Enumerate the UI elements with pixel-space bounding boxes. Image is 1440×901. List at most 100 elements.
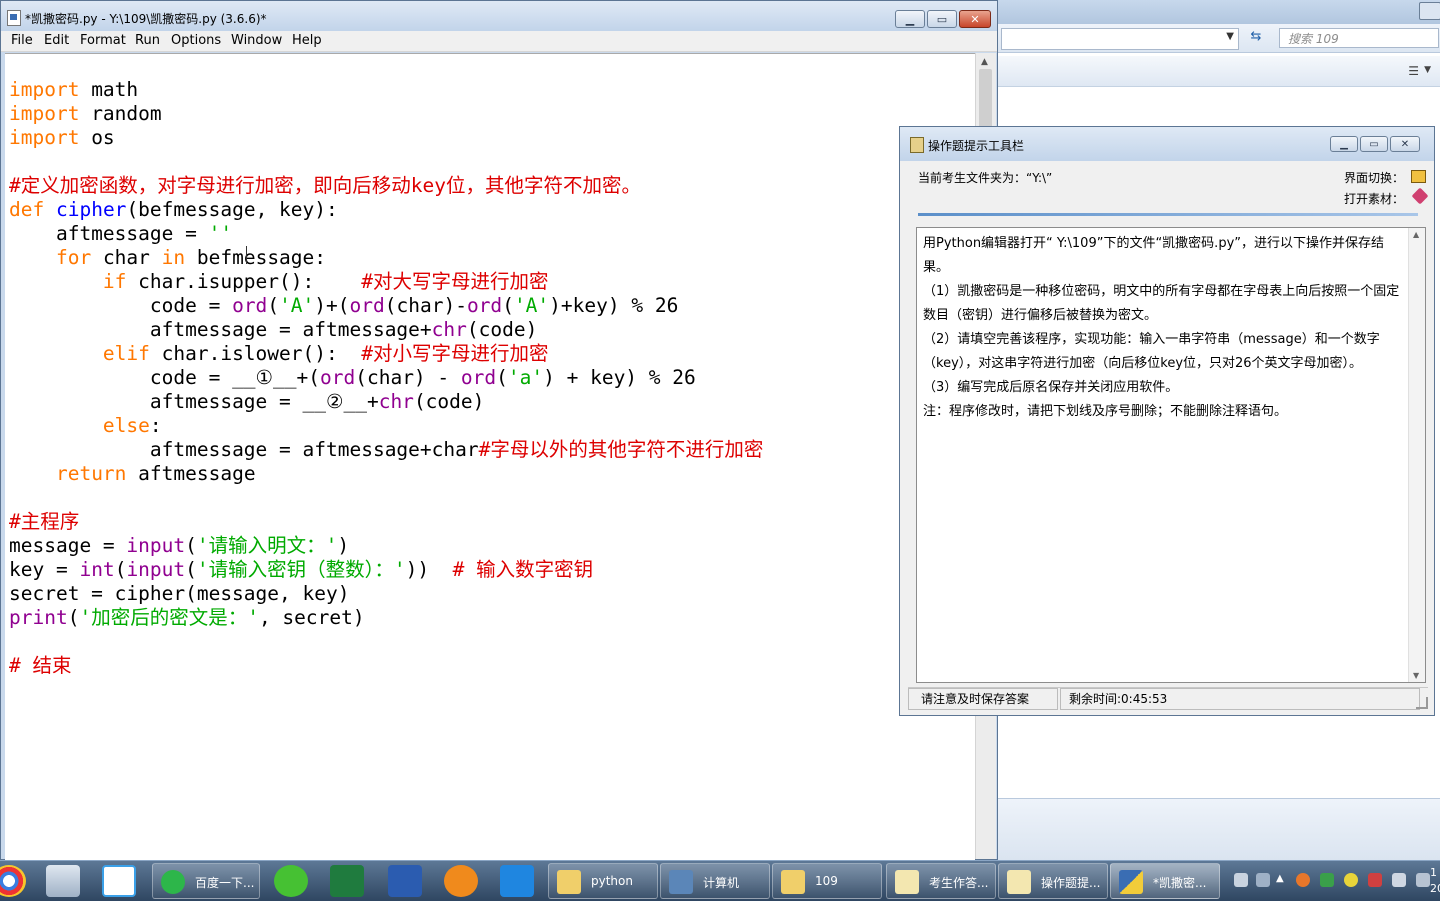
search-input[interactable]: 搜索 109	[1279, 28, 1439, 48]
excel-icon[interactable]	[330, 865, 364, 897]
window-switch-icon[interactable]	[1411, 170, 1426, 183]
tray-app-icon[interactable]	[1296, 873, 1310, 887]
instruction-line: （1）凯撒密码是一种移位密码，明文中的所有字母都在字母表上向后按照一个固定数目（…	[923, 284, 1400, 323]
app-flower-icon[interactable]	[102, 865, 136, 897]
menu-file[interactable]: File	[11, 33, 33, 48]
code-line: return aftmessage	[55, 462, 256, 485]
helper-titlebar: 操作题提示工具栏 ▁ ▭ ✕	[900, 127, 1434, 161]
instruction-line: （3）编写完成后原名保存并关闭应用软件。	[923, 380, 1179, 395]
time-remaining: 剩余时间:0:45:53	[1060, 688, 1420, 710]
explorer-address-row: ▼ ⇆ 搜索 109	[991, 24, 1440, 53]
menu-window[interactable]: Window	[231, 33, 282, 48]
pen-icon	[910, 137, 924, 153]
app-grid-icon[interactable]	[500, 865, 534, 897]
code-line: # 结束	[9, 654, 72, 677]
chrome-icon[interactable]	[0, 865, 26, 897]
scroll-down-icon[interactable]: ▼	[1413, 671, 1419, 680]
menu-run[interactable]: Run	[135, 33, 160, 48]
tray-app-icon[interactable]	[1344, 873, 1358, 887]
source-code[interactable]: import math import random import os #定义加密函数…	[9, 78, 763, 678]
system-tool-icon[interactable]	[46, 865, 80, 897]
explorer-titlebar	[991, 0, 1440, 24]
text-cursor	[246, 246, 247, 264]
chevron-down-icon[interactable]: ▼	[1424, 65, 1431, 75]
folder-icon	[781, 870, 805, 894]
code-line: aftmessage = aftmessage+char#字母以外的其他字符不进…	[149, 438, 764, 461]
network-icon[interactable]	[1392, 873, 1406, 887]
close-button[interactable]: ✕	[1390, 136, 1420, 152]
wechat-icon[interactable]	[274, 865, 308, 897]
interface-switch-label: 界面切换：	[1343, 171, 1404, 185]
menu-help[interactable]: Help	[292, 33, 322, 48]
input-icon[interactable]	[1256, 873, 1270, 887]
view-options-icon[interactable]: ☰	[1408, 64, 1419, 78]
instruction-line: （2）请填空完善该程序，实现功能：输入一串字符串（message）和一个数字（k…	[923, 332, 1380, 371]
divider	[918, 213, 1418, 216]
taskbar-item-helper[interactable]: 操作题提...	[998, 863, 1108, 899]
instructions-scrollbar[interactable]: ▲ ▼	[1408, 228, 1425, 682]
taskbar-item-baidu[interactable]: 百度一下...	[152, 863, 260, 899]
resize-grip-icon[interactable]	[1416, 697, 1428, 709]
taskbar-item-computer[interactable]: 计算机	[660, 863, 770, 899]
candidate-folder-label: 当前考生文件夹为：“Y:\”	[918, 171, 1053, 185]
taskbar-item-answer[interactable]: 考生作答...	[886, 863, 996, 899]
minimize-button[interactable]: ▁	[895, 10, 925, 28]
power-icon[interactable]	[1416, 873, 1430, 887]
minimize-button[interactable]: ▁	[1330, 136, 1358, 152]
taskbar-item-109[interactable]: 109	[772, 863, 882, 899]
code-line: import random	[9, 102, 162, 125]
save-reminder: 请注意及时保存答案	[908, 688, 1058, 710]
code-line: #定义加密函数，对字母进行加密，即向后移动key位，其他字符不加密。	[9, 174, 641, 197]
code-line: #主程序	[9, 510, 80, 533]
maximize-button[interactable]: ▭	[1360, 136, 1388, 152]
menu-bar: File Edit Format Run Options Window Help	[1, 31, 997, 52]
code-line: aftmessage = ''	[9, 222, 233, 245]
window-title: *凯撒密码.py - Y:\109\凯撒密码.py (3.6.6)*	[25, 12, 267, 26]
word-icon[interactable]	[388, 865, 422, 897]
scroll-up-icon[interactable]: ▲	[1413, 230, 1419, 239]
exam-helper-window: 操作题提示工具栏 ▁ ▭ ✕ 当前考生文件夹为：“Y:\” 界面切换： 打开素材…	[899, 126, 1435, 716]
code-line: else:	[102, 414, 162, 437]
instruction-line: 用Python编辑器打开“ Y:\109”下的文件“凯撒密码.py”，进行以下操…	[923, 236, 1384, 275]
idle-titlebar: *凯撒密码.py - Y:\109\凯撒密码.py (3.6.6)* ▁ ▭ ✕	[1, 1, 997, 31]
helper-title: 操作题提示工具栏	[928, 139, 1025, 153]
pen-icon	[895, 870, 919, 894]
computer-icon	[669, 870, 693, 894]
shield-icon[interactable]	[1320, 873, 1334, 887]
explorer-toolbar: ☰ ▼	[991, 56, 1440, 87]
explorer-details-pane	[991, 798, 1440, 861]
explorer-minimize-button[interactable]	[1419, 2, 1440, 20]
clock[interactable]: 120	[1430, 865, 1440, 897]
scroll-up-icon[interactable]: ▲	[981, 57, 988, 67]
app-orange-icon[interactable]	[444, 865, 478, 897]
code-line: aftmessage = __②__+chr(code)	[149, 390, 485, 413]
system-tray: ▲	[1226, 861, 1440, 901]
code-line: message = input('请输入明文：')	[9, 534, 350, 557]
browser-icon	[161, 870, 185, 894]
code-line: code = ord('A')+(ord(char)-ord('A')+key)…	[149, 294, 679, 317]
menu-options[interactable]: Options	[171, 33, 221, 48]
close-button[interactable]: ✕	[959, 10, 991, 28]
python-file-icon	[7, 10, 21, 26]
code-line: code = __①__+(ord(char) - ord('a') + key…	[149, 366, 696, 389]
code-line: for char in befmessage:	[55, 246, 327, 269]
keyboard-icon[interactable]	[1234, 873, 1248, 887]
code-line: aftmessage = aftmessage+chr(code)	[149, 318, 538, 341]
menu-format[interactable]: Format	[80, 33, 126, 48]
menu-edit[interactable]: Edit	[44, 33, 69, 48]
instructions-box[interactable]: 用Python编辑器打开“ Y:\109”下的文件“凯撒密码.py”，进行以下操…	[916, 227, 1426, 683]
code-line: import math	[9, 78, 139, 101]
chevron-down-icon[interactable]: ▼	[1226, 31, 1234, 42]
refresh-icon[interactable]: ⇆	[1245, 29, 1267, 47]
code-line: elif char.islower(): #对小写字母进行加密	[102, 342, 549, 365]
address-bar[interactable]: ▼	[1001, 28, 1239, 50]
volume-icon[interactable]	[1368, 873, 1382, 887]
tray-expand-icon[interactable]: ▲	[1276, 873, 1290, 887]
taskbar-item-python[interactable]: python	[548, 863, 658, 899]
maximize-button[interactable]: ▭	[927, 10, 957, 28]
taskbar-item-editor[interactable]: *凯撒密...	[1110, 863, 1220, 899]
open-material-icon[interactable]	[1411, 187, 1429, 205]
python-icon	[1119, 870, 1143, 894]
